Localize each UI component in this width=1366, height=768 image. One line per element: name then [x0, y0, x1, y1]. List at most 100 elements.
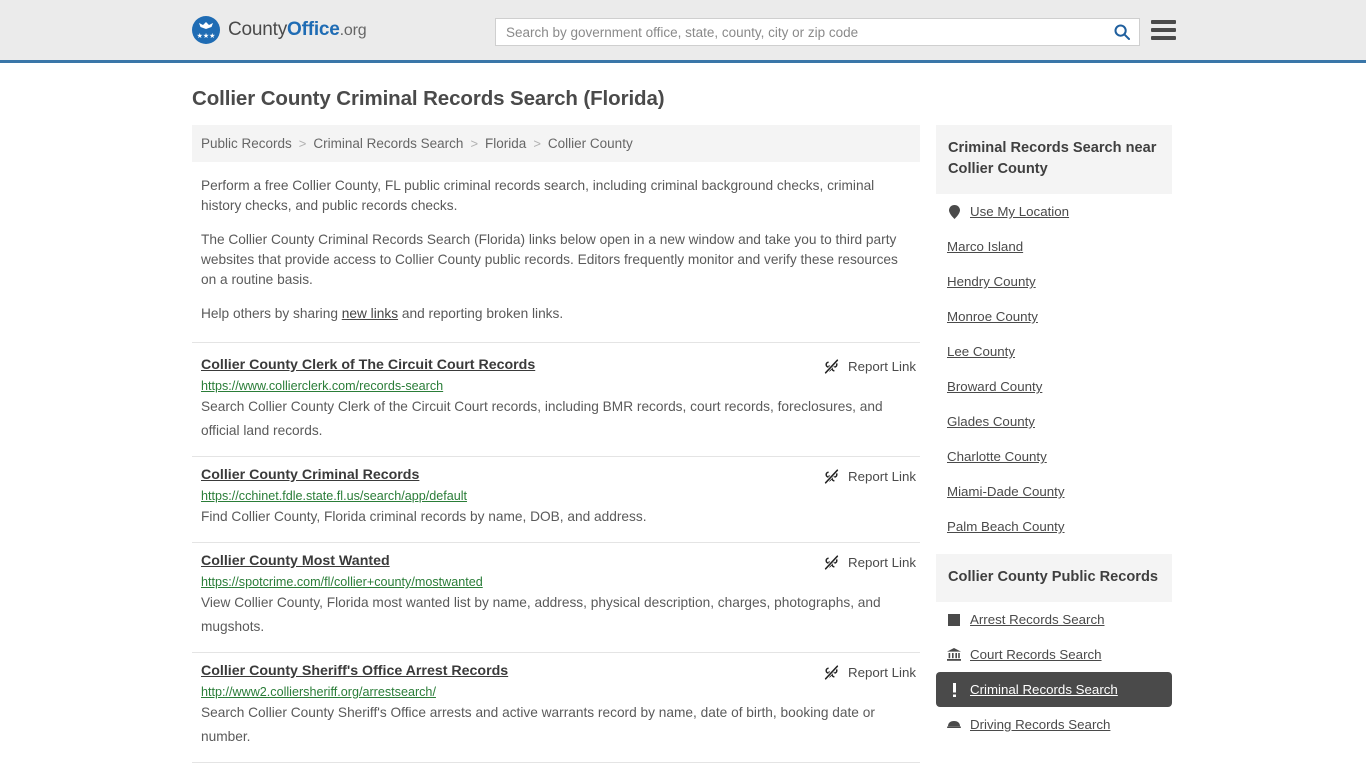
- public-record-link[interactable]: Driving Records Search: [970, 716, 1110, 733]
- broken-link-icon: [824, 358, 839, 375]
- intro-paragraph-3: Help others by sharing new links and rep…: [201, 304, 916, 324]
- car-icon: [947, 718, 961, 732]
- breadcrumb: Public Records > Criminal Records Search > F…: [192, 125, 920, 162]
- hamburger-bar: [1151, 20, 1176, 24]
- report-link-button[interactable]: Report Link: [823, 554, 916, 571]
- nearby-search-link[interactable]: Glades County: [947, 413, 1035, 430]
- breadcrumb-separator: >: [298, 136, 307, 151]
- report-link-label: Report Link: [848, 555, 916, 570]
- main-column: Public Records > Criminal Records Search > F…: [192, 125, 920, 763]
- public-records-heading: Collier County Public Records: [936, 554, 1172, 602]
- result-description: Search Collier County Sheriff's Office a…: [201, 705, 875, 744]
- nearby-search-item[interactable]: Hendry County: [936, 264, 1172, 299]
- nearby-search-link[interactable]: Palm Beach County: [947, 518, 1065, 535]
- report-link-button[interactable]: Report Link: [823, 468, 916, 485]
- search-input[interactable]: [496, 19, 1105, 45]
- handcuffs-icon: [947, 613, 961, 627]
- nearby-search-item[interactable]: Monroe County: [936, 299, 1172, 334]
- public-record-link[interactable]: Arrest Records Search: [970, 611, 1105, 628]
- nearby-search-link[interactable]: Marco Island: [947, 238, 1023, 255]
- breadcrumb-item[interactable]: Florida: [485, 136, 526, 151]
- result-item: Collier County Criminal Records https://c…: [192, 457, 920, 543]
- public-record-link[interactable]: Court Records Search: [970, 646, 1102, 663]
- result-url[interactable]: https://spotcrime.com/fl/collier+county/…: [201, 575, 920, 589]
- nearby-search-link[interactable]: Miami-Dade County: [947, 483, 1065, 500]
- eagle-icon: [199, 22, 213, 29]
- logo-text-county: County: [228, 19, 288, 40]
- result-url[interactable]: https://cchinet.fdle.state.fl.us/search/…: [201, 489, 920, 503]
- report-link-button[interactable]: Report Link: [823, 664, 916, 681]
- result-url[interactable]: https://www.collierclerk.com/records-sea…: [201, 379, 920, 393]
- result-description: Find Collier County, Florida criminal re…: [201, 509, 647, 524]
- result-title-link[interactable]: Collier County Most Wanted: [201, 553, 390, 569]
- result-title-link[interactable]: Collier County Sheriff's Office Arrest R…: [201, 663, 508, 679]
- content-columns: Public Records > Criminal Records Search > F…: [192, 125, 1174, 763]
- broken-link-icon: [824, 468, 839, 485]
- search-button[interactable]: [1105, 19, 1139, 45]
- result-title-link[interactable]: Collier County Clerk of The Circuit Cour…: [201, 357, 535, 373]
- nearby-search-link[interactable]: Broward County: [947, 378, 1042, 395]
- courthouse-icon: [947, 648, 961, 662]
- broken-link-icon: [824, 664, 839, 681]
- nearby-search-link[interactable]: Monroe County: [947, 308, 1038, 325]
- nearby-search-link[interactable]: Hendry County: [947, 273, 1036, 290]
- logo-wordmark: CountyOffice.org: [228, 19, 367, 41]
- intro-p3-before: Help others by sharing: [201, 306, 342, 321]
- nearby-search-link[interactable]: Charlotte County: [947, 448, 1047, 465]
- nearby-search-item[interactable]: Marco Island: [936, 229, 1172, 264]
- logo-text-office: Office: [287, 19, 340, 40]
- breadcrumb-item[interactable]: Public Records: [201, 136, 292, 151]
- breadcrumb-item[interactable]: Collier County: [548, 136, 633, 151]
- nearby-search-item[interactable]: Miami-Dade County: [936, 474, 1172, 509]
- nearby-search-item[interactable]: Glades County: [936, 404, 1172, 439]
- hamburger-bar: [1151, 36, 1176, 40]
- result-url[interactable]: http://www2.colliersheriff.org/arrestsea…: [201, 685, 920, 699]
- page-title: Collier County Criminal Records Search (…: [192, 87, 665, 110]
- nearby-search-link[interactable]: Lee County: [947, 343, 1015, 360]
- public-records-box: Collier County Public Records Arrest Rec…: [936, 554, 1172, 742]
- report-link-button[interactable]: Report Link: [823, 358, 916, 375]
- map-pin-icon: [947, 204, 961, 219]
- intro-paragraph-1: Perform a free Collier County, FL public…: [201, 178, 875, 213]
- result-item: Collier County Sheriff's Office Arrest R…: [192, 653, 920, 763]
- page-container: Collier County Criminal Records Search (…: [0, 87, 1366, 763]
- intro-p3-after: and reporting broken links.: [398, 306, 564, 321]
- sidebar: Criminal Records Search near Collier Cou…: [936, 125, 1172, 763]
- report-link-label: Report Link: [848, 665, 916, 680]
- nearby-search-item[interactable]: Charlotte County: [936, 439, 1172, 474]
- nearby-search-link[interactable]: Use My Location: [970, 203, 1069, 220]
- breadcrumb-separator: >: [470, 136, 479, 151]
- nearby-searches-list: Use My Location Marco Island Hendry County…: [936, 194, 1172, 544]
- report-link-label: Report Link: [848, 359, 916, 374]
- nearby-search-item[interactable]: Broward County: [936, 369, 1172, 404]
- public-record-link[interactable]: Criminal Records Search: [970, 681, 1118, 698]
- result-description: Search Collier County Clerk of the Circu…: [201, 399, 883, 438]
- result-title-link[interactable]: Collier County Criminal Records: [201, 467, 419, 483]
- county-office-logo-icon: ★★★: [192, 16, 220, 44]
- public-record-item[interactable]: Driving Records Search: [936, 707, 1172, 742]
- site-header: ★★★ CountyOffice.org: [0, 0, 1366, 63]
- public-record-item[interactable]: Arrest Records Search: [936, 602, 1172, 637]
- hamburger-menu-icon[interactable]: [1151, 20, 1176, 40]
- result-item: Collier County Clerk of The Circuit Cour…: [192, 342, 920, 457]
- search-bar[interactable]: [495, 18, 1140, 46]
- results-list: Collier County Clerk of The Circuit Cour…: [192, 342, 920, 763]
- nearby-searches-box: Criminal Records Search near Collier Cou…: [936, 125, 1172, 544]
- report-link-label: Report Link: [848, 469, 916, 484]
- logo-text-org: .org: [339, 22, 367, 39]
- new-links-link[interactable]: new links: [342, 306, 398, 321]
- public-record-item[interactable]: Court Records Search: [936, 637, 1172, 672]
- stars-icon: ★★★: [196, 33, 216, 40]
- exclamation-icon: [947, 682, 961, 697]
- nearby-search-item[interactable]: Palm Beach County: [936, 509, 1172, 544]
- search-icon: [1114, 24, 1130, 40]
- site-logo[interactable]: ★★★ CountyOffice.org: [192, 16, 367, 44]
- broken-link-icon: [824, 554, 839, 571]
- breadcrumb-item[interactable]: Criminal Records Search: [313, 136, 463, 151]
- public-record-item[interactable]: Criminal Records Search: [936, 672, 1172, 707]
- result-description: View Collier County, Florida most wanted…: [201, 595, 881, 634]
- nearby-search-item[interactable]: Lee County: [936, 334, 1172, 369]
- nearby-search-item[interactable]: Use My Location: [936, 194, 1172, 229]
- intro-paragraph-2: The Collier County Criminal Records Sear…: [201, 232, 898, 287]
- hamburger-bar: [1151, 28, 1176, 32]
